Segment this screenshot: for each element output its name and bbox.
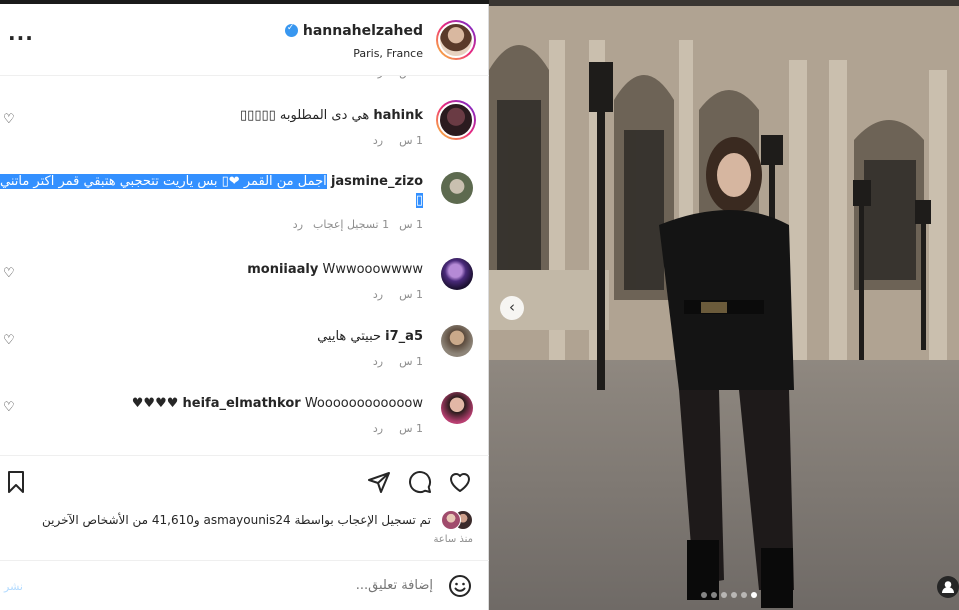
list-item: ♡ moniiaaly Wwwooowwww 1 س رد — [0, 258, 489, 308]
like-heart-icon[interactable]: ♡ — [3, 267, 16, 280]
comment-icon[interactable] — [408, 470, 432, 494]
post-time[interactable]: منذ ساعة — [433, 534, 473, 545]
post-header: ··· hannahelzahed Paris, France — [0, 4, 489, 76]
comment-body: Wwwooowwww — [322, 262, 423, 277]
like-heart-icon[interactable]: ♡ — [3, 401, 16, 414]
comment-reply-button[interactable]: رد — [293, 218, 303, 231]
comment-body: حبيتي هاييي — [317, 329, 382, 344]
carousel-dots — [701, 592, 757, 598]
like-heart-icon[interactable]: ♡ — [3, 334, 16, 347]
comment-meta: 1 س رد — [373, 422, 423, 435]
comment-body: اجمل من القمر ❤▯ بس ياريت تتحجبي هتبقي ق… — [0, 174, 327, 189]
author-avatar[interactable] — [436, 20, 476, 60]
comment-time[interactable]: 1 س — [399, 134, 423, 147]
more-options-button[interactable]: ··· — [8, 26, 34, 50]
carousel-dot — [721, 592, 727, 598]
list-item: ♡ heifa_elmathkor Woooooooooooow ♥♥♥♥ 1 … — [0, 392, 489, 442]
comment-time[interactable]: 1 س — [399, 288, 423, 301]
commenter-avatar[interactable] — [441, 172, 473, 204]
comment-text: hahink هي دى المطلوبه ▯▯▯▯▯ — [240, 108, 423, 123]
post-actions: تم تسجيل الإعجاب بواسطة asmayounis24 و41… — [0, 455, 489, 560]
comment-reply-button[interactable]: رد — [373, 288, 383, 301]
comments-list: 1 س رد ♡ hahink هي دى المطلوبه ▯▯▯▯▯ 1 س… — [0, 76, 489, 454]
comment-meta: 1 س رد — [373, 355, 423, 368]
bookmark-icon[interactable] — [4, 470, 28, 494]
comment-username[interactable]: jasmine_zizo — [331, 174, 423, 189]
comment-text: jasmine_zizo اجمل من القمر ❤▯ بس ياريت ت… — [0, 174, 423, 189]
author-username[interactable]: hannahelzahed — [284, 23, 423, 39]
carousel-dot — [701, 592, 707, 598]
post-location[interactable]: Paris, France — [285, 47, 423, 60]
like-heart-icon[interactable]: ♡ — [3, 113, 16, 126]
comment-body: هي دى المطلوبه ▯▯▯▯▯ — [240, 108, 370, 123]
comment-reply-button[interactable]: رد — [373, 134, 383, 147]
liker-avatars[interactable] — [437, 510, 473, 530]
carousel-dot — [731, 592, 737, 598]
comment-text-continued: ▯ — [415, 193, 423, 208]
comment-username[interactable]: i7_a5 — [385, 329, 423, 344]
commenter-avatar[interactable] — [441, 392, 473, 424]
add-comment-bar: نشر — [0, 560, 489, 610]
comment-time[interactable]: 1 س — [399, 218, 423, 231]
comment-meta: 1 س رد — [373, 76, 423, 79]
comment-username[interactable]: heifa_elmathkor — [183, 396, 301, 411]
comments-panel: ··· hannahelzahed Paris, France 1 س رد ♡ — [0, 0, 489, 610]
photo-image — [489, 0, 959, 610]
comment-input[interactable] — [133, 578, 433, 593]
carousel-dot — [711, 592, 717, 598]
likes-count-text[interactable]: تم تسجيل الإعجاب بواسطة asmayounis24 و41… — [42, 513, 431, 527]
emoji-icon[interactable] — [448, 574, 472, 598]
comment-body-line2: ▯ — [415, 193, 423, 208]
previous-image-button[interactable]: ‹ — [500, 296, 524, 320]
comment-likes-count[interactable]: 1 تسجيل إعجاب — [313, 218, 389, 231]
carousel-dot — [741, 592, 747, 598]
comment-time[interactable]: 1 س — [399, 76, 423, 79]
verified-badge-icon — [284, 23, 298, 37]
comment-time[interactable]: 1 س — [399, 422, 423, 435]
commenter-avatar[interactable] — [441, 325, 473, 357]
commenter-avatar[interactable] — [441, 258, 473, 290]
comment-reply-button[interactable]: رد — [373, 76, 383, 79]
like-heart-icon[interactable] — [448, 470, 472, 494]
comment-meta: 1 س رد — [373, 288, 423, 301]
author-username-text[interactable]: hannahelzahed — [303, 23, 423, 39]
comment-reply-button[interactable]: رد — [373, 422, 383, 435]
tagged-users-button[interactable] — [937, 576, 959, 598]
list-item: ♡ i7_a5 حبيتي هاييي 1 س رد — [0, 325, 489, 375]
author-info: hannahelzahed Paris, France — [284, 22, 423, 60]
list-item: ♥ jasmine_zizo اجمل من القمر ❤▯ بس ياريت… — [0, 172, 489, 238]
commenter-avatar[interactable] — [436, 100, 476, 140]
comment-username[interactable]: hahink — [373, 108, 423, 123]
comment-username[interactable]: moniiaaly — [247, 262, 318, 277]
comment-meta: 1 س 1 تسجيل إعجاب رد — [293, 218, 423, 231]
list-item: 1 س رد — [0, 76, 489, 80]
carousel-dot — [751, 592, 757, 598]
share-icon[interactable] — [367, 470, 391, 494]
comment-text: i7_a5 حبيتي هاييي — [317, 329, 423, 344]
post-comment-button[interactable]: نشر — [4, 580, 23, 593]
comment-time[interactable]: 1 س — [399, 355, 423, 368]
list-item: ♡ hahink هي دى المطلوبه ▯▯▯▯▯ 1 س رد — [0, 100, 489, 160]
comment-reply-button[interactable]: رد — [373, 355, 383, 368]
user-icon — [942, 581, 954, 593]
comment-text: moniiaaly Wwwooowwww — [247, 262, 423, 277]
likes-summary: تم تسجيل الإعجاب بواسطة asmayounis24 و41… — [42, 510, 473, 530]
comment-text: heifa_elmathkor Woooooooooooow ♥♥♥♥ — [132, 396, 423, 411]
comment-meta: 1 س رد — [373, 134, 423, 147]
post-photo[interactable]: ‹ — [489, 0, 959, 610]
